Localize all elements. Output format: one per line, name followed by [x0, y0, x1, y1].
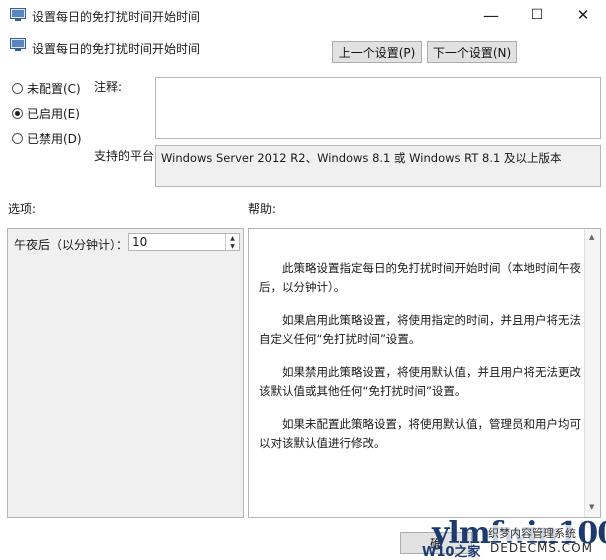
spin-down-icon[interactable]: ▼ — [226, 242, 239, 250]
minutes-input-value: 10 — [132, 235, 148, 249]
radio-label: 未配置(C) — [27, 82, 81, 96]
radio-enabled[interactable]: 已启用(E) — [12, 105, 80, 122]
close-button[interactable]: ✕ — [560, 0, 606, 30]
maximize-button[interactable]: ☐ — [514, 0, 560, 30]
minutes-after-midnight-label: 午夜后（以分钟计）： — [14, 238, 129, 252]
platform-label: 支持的平台: — [94, 149, 159, 163]
help-paragraph: 如果启用此策略设置，将使用指定的时间，并且用户将无法自定义任何“免打扰时间”设置… — [259, 313, 581, 346]
options-pane: 午夜后（以分钟计）： 10 ▲ ▼ — [7, 228, 244, 518]
setting-name: 设置每日的免打扰时间开始时间 — [32, 42, 201, 56]
radio-label: 已启用(E) — [27, 107, 80, 121]
minutes-spinbox[interactable]: 10 ▲ ▼ — [128, 233, 240, 251]
help-paragraph: 此策略设置指定每日的免打扰时间开始时间（本地时间午夜后，以分钟计）。 — [259, 261, 581, 294]
watermark-url: DEDECMS.COM — [490, 541, 593, 555]
options-label: 选项: — [8, 202, 37, 216]
previous-setting-button[interactable]: 上一个设置(P) — [332, 41, 422, 63]
platform-field: Windows Server 2012 R2、Windows 8.1 或 Win… — [155, 145, 601, 187]
scroll-down-icon[interactable]: ▼ — [589, 503, 594, 511]
radio-indicator — [12, 133, 23, 144]
help-scrollbar[interactable]: ▲ ▼ — [584, 229, 600, 517]
window-title: 设置每日的免打扰时间开始时间 — [32, 10, 201, 24]
radio-disabled[interactable]: 已禁用(D) — [12, 130, 82, 147]
spin-up-icon[interactable]: ▲ — [226, 234, 239, 242]
radio-indicator — [12, 83, 23, 94]
spin-buttons[interactable]: ▲ ▼ — [225, 234, 239, 250]
help-paragraph: 如果未配置此策略设置，将使用默认值，管理员和用户均可以对该默认值进行修改。 — [259, 417, 581, 450]
radio-not-configured[interactable]: 未配置(C) — [12, 80, 81, 97]
help-paragraph: 如果禁用此策略设置，将使用默认值，并且用户将无法更改该默认值或其他任何“免打扰时… — [259, 365, 581, 398]
policy-setting-icon — [10, 38, 26, 51]
help-pane: 此策略设置指定每日的免打扰时间开始时间（本地时间午夜后，以分钟计）。 如果启用此… — [248, 228, 601, 518]
minimize-button[interactable]: — — [468, 0, 514, 30]
help-label: 帮助: — [248, 202, 277, 216]
radio-indicator-selected — [12, 108, 23, 119]
watermark-w10: W10之家 — [422, 545, 481, 560]
comment-label: 注释: — [94, 80, 123, 94]
title-bar: 设置每日的免打扰时间开始时间 — ☐ ✕ — [0, 0, 606, 30]
next-setting-button[interactable]: 下一个设置(N) — [427, 41, 517, 63]
watermark-site-cn: 织梦内容管理系统 — [488, 525, 576, 541]
help-text: 此策略设置指定每日的免打扰时间开始时间（本地时间午夜后，以分钟计）。 如果启用此… — [259, 259, 581, 467]
scroll-up-icon[interactable]: ▲ — [589, 233, 594, 241]
policy-icon — [10, 8, 26, 21]
radio-label: 已禁用(D) — [27, 132, 82, 146]
comment-textarea[interactable] — [155, 77, 601, 139]
